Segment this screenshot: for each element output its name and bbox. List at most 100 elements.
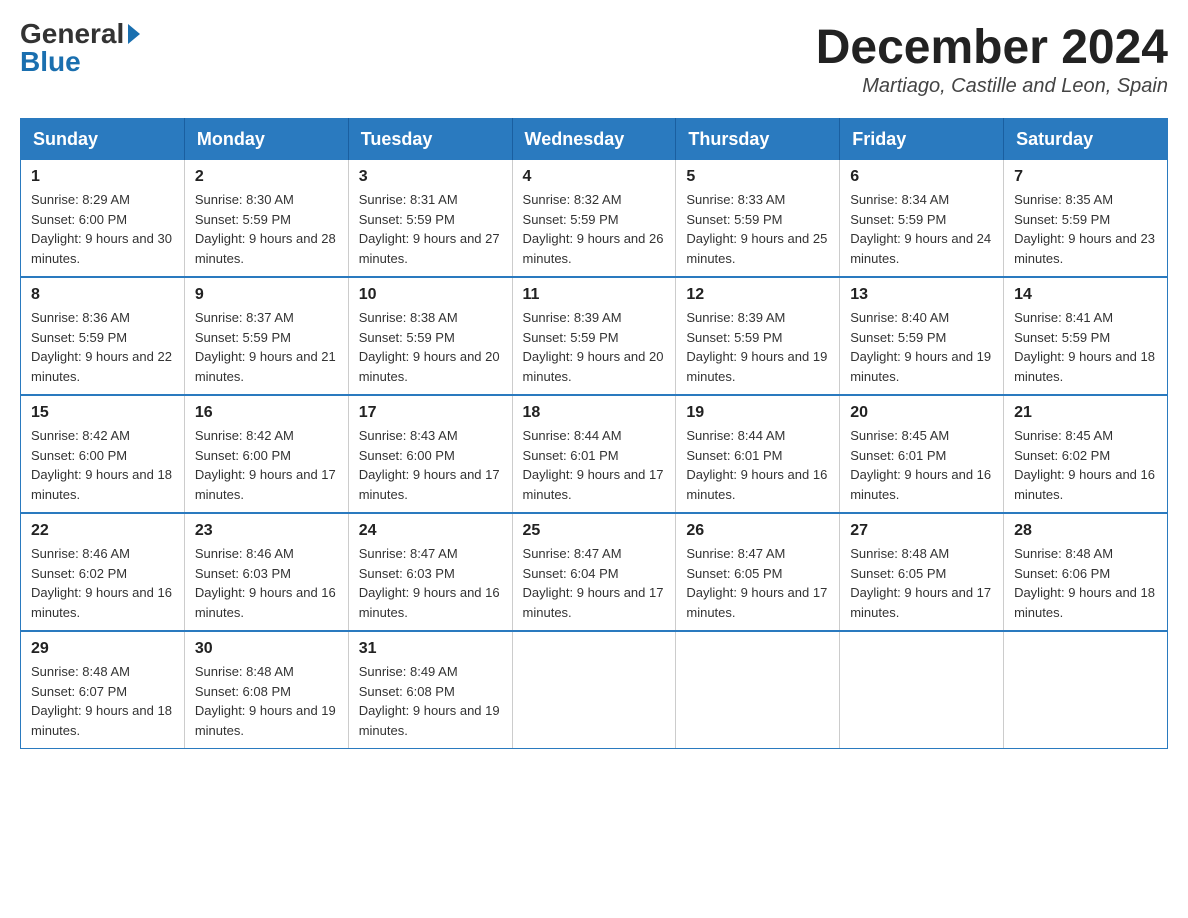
day-info: Sunrise: 8:38 AMSunset: 5:59 PMDaylight:…: [359, 308, 502, 386]
day-number: 2: [195, 168, 338, 186]
day-number: 30: [195, 640, 338, 658]
day-info: Sunrise: 8:36 AMSunset: 5:59 PMDaylight:…: [31, 308, 174, 386]
day-number: 13: [850, 286, 993, 304]
calendar-cell: [512, 631, 676, 749]
day-info: Sunrise: 8:35 AMSunset: 5:59 PMDaylight:…: [1014, 190, 1157, 268]
logo-blue-text: Blue: [20, 48, 81, 76]
day-number: 31: [359, 640, 502, 658]
day-number: 19: [686, 404, 829, 422]
day-number: 29: [31, 640, 174, 658]
day-number: 8: [31, 286, 174, 304]
day-info: Sunrise: 8:48 AMSunset: 6:08 PMDaylight:…: [195, 662, 338, 740]
day-number: 6: [850, 168, 993, 186]
calendar-cell: 23 Sunrise: 8:46 AMSunset: 6:03 PMDayligh…: [184, 513, 348, 631]
calendar-cell: 8 Sunrise: 8:36 AMSunset: 5:59 PMDaylight…: [21, 277, 185, 395]
calendar-header-row: SundayMondayTuesdayWednesdayThursdayFrid…: [21, 119, 1168, 161]
calendar-cell: 19Sunrise: 8:44 AMSunset: 6:01 PMDayligh…: [676, 395, 840, 513]
calendar-cell: 31 Sunrise: 8:49 AMSunset: 6:08 PMDayligh…: [348, 631, 512, 749]
day-info: Sunrise: 8:41 AMSunset: 5:59 PMDaylight:…: [1014, 308, 1157, 386]
day-info: Sunrise: 8:48 AMSunset: 6:07 PMDaylight:…: [31, 662, 174, 740]
calendar-cell: 16Sunrise: 8:42 AMSunset: 6:00 PMDayligh…: [184, 395, 348, 513]
day-info: Sunrise: 8:49 AMSunset: 6:08 PMDaylight:…: [359, 662, 502, 740]
day-number: 25: [523, 522, 666, 540]
day-info: Sunrise: 8:47 AMSunset: 6:04 PMDaylight:…: [523, 544, 666, 622]
day-number: 9: [195, 286, 338, 304]
calendar-cell: 26Sunrise: 8:47 AMSunset: 6:05 PMDayligh…: [676, 513, 840, 631]
day-info: Sunrise: 8:47 AMSunset: 6:05 PMDaylight:…: [686, 544, 829, 622]
calendar-cell: 28Sunrise: 8:48 AMSunset: 6:06 PMDayligh…: [1004, 513, 1168, 631]
day-number: 20: [850, 404, 993, 422]
calendar-cell: 15Sunrise: 8:42 AMSunset: 6:00 PMDayligh…: [21, 395, 185, 513]
logo-general-text: General: [20, 20, 124, 48]
calendar-header-wednesday: Wednesday: [512, 119, 676, 161]
calendar-header-friday: Friday: [840, 119, 1004, 161]
calendar-cell: [1004, 631, 1168, 749]
calendar-cell: 30 Sunrise: 8:48 AMSunset: 6:08 PMDayligh…: [184, 631, 348, 749]
day-info: Sunrise: 8:47 AMSunset: 6:03 PMDaylight:…: [359, 544, 502, 622]
logo: General Blue: [20, 20, 140, 76]
calendar-cell: 21 Sunrise: 8:45 AMSunset: 6:02 PMDayligh…: [1004, 395, 1168, 513]
calendar-header-thursday: Thursday: [676, 119, 840, 161]
day-info: Sunrise: 8:33 AMSunset: 5:59 PMDaylight:…: [686, 190, 829, 268]
calendar-cell: 3Sunrise: 8:31 AMSunset: 5:59 PMDaylight…: [348, 160, 512, 277]
calendar-cell: 11 Sunrise: 8:39 AMSunset: 5:59 PMDayligh…: [512, 277, 676, 395]
day-number: 10: [359, 286, 502, 304]
calendar-cell: [840, 631, 1004, 749]
calendar-cell: 18 Sunrise: 8:44 AMSunset: 6:01 PMDayligh…: [512, 395, 676, 513]
day-number: 4: [523, 168, 666, 186]
day-number: 27: [850, 522, 993, 540]
day-info: Sunrise: 8:39 AMSunset: 5:59 PMDaylight:…: [686, 308, 829, 386]
calendar-cell: [676, 631, 840, 749]
calendar-cell: 20Sunrise: 8:45 AMSunset: 6:01 PMDayligh…: [840, 395, 1004, 513]
day-info: Sunrise: 8:44 AMSunset: 6:01 PMDaylight:…: [523, 426, 666, 504]
day-number: 18: [523, 404, 666, 422]
calendar-week-row: 22 Sunrise: 8:46 AMSunset: 6:02 PMDayligh…: [21, 513, 1168, 631]
day-info: Sunrise: 8:43 AMSunset: 6:00 PMDaylight:…: [359, 426, 502, 504]
calendar-cell: 29 Sunrise: 8:48 AMSunset: 6:07 PMDayligh…: [21, 631, 185, 749]
calendar-cell: 7 Sunrise: 8:35 AMSunset: 5:59 PMDaylight…: [1004, 160, 1168, 277]
month-year-title: December 2024: [816, 20, 1168, 75]
day-info: Sunrise: 8:48 AMSunset: 6:06 PMDaylight:…: [1014, 544, 1157, 622]
day-number: 24: [359, 522, 502, 540]
location-subtitle: Martiago, Castille and Leon, Spain: [816, 75, 1168, 98]
calendar-cell: 13 Sunrise: 8:40 AMSunset: 5:59 PMDayligh…: [840, 277, 1004, 395]
calendar-week-row: 1Sunrise: 8:29 AMSunset: 6:00 PMDaylight…: [21, 160, 1168, 277]
calendar-week-row: 8 Sunrise: 8:36 AMSunset: 5:59 PMDaylight…: [21, 277, 1168, 395]
day-number: 7: [1014, 168, 1157, 186]
day-info: Sunrise: 8:46 AMSunset: 6:03 PMDaylight:…: [195, 544, 338, 622]
calendar-cell: 6 Sunrise: 8:34 AMSunset: 5:59 PMDaylight…: [840, 160, 1004, 277]
calendar-cell: 12 Sunrise: 8:39 AMSunset: 5:59 PMDayligh…: [676, 277, 840, 395]
calendar-week-row: 29 Sunrise: 8:48 AMSunset: 6:07 PMDayligh…: [21, 631, 1168, 749]
page-header: General Blue December 2024 Martiago, Cas…: [20, 20, 1168, 98]
calendar-cell: 1Sunrise: 8:29 AMSunset: 6:00 PMDaylight…: [21, 160, 185, 277]
day-info: Sunrise: 8:46 AMSunset: 6:02 PMDaylight:…: [31, 544, 174, 622]
day-number: 1: [31, 168, 174, 186]
day-info: Sunrise: 8:48 AMSunset: 6:05 PMDaylight:…: [850, 544, 993, 622]
day-info: Sunrise: 8:37 AMSunset: 5:59 PMDaylight:…: [195, 308, 338, 386]
day-info: Sunrise: 8:32 AMSunset: 5:59 PMDaylight:…: [523, 190, 666, 268]
day-number: 23: [195, 522, 338, 540]
calendar-header-monday: Monday: [184, 119, 348, 161]
logo-arrow-icon: [128, 24, 140, 44]
day-info: Sunrise: 8:40 AMSunset: 5:59 PMDaylight:…: [850, 308, 993, 386]
day-number: 17: [359, 404, 502, 422]
calendar-cell: 4 Sunrise: 8:32 AMSunset: 5:59 PMDaylight…: [512, 160, 676, 277]
day-number: 21: [1014, 404, 1157, 422]
day-number: 22: [31, 522, 174, 540]
day-number: 11: [523, 286, 666, 304]
day-number: 5: [686, 168, 829, 186]
day-info: Sunrise: 8:39 AMSunset: 5:59 PMDaylight:…: [523, 308, 666, 386]
day-number: 12: [686, 286, 829, 304]
day-info: Sunrise: 8:45 AMSunset: 6:02 PMDaylight:…: [1014, 426, 1157, 504]
calendar-cell: 25 Sunrise: 8:47 AMSunset: 6:04 PMDayligh…: [512, 513, 676, 631]
calendar-table: SundayMondayTuesdayWednesdayThursdayFrid…: [20, 118, 1168, 749]
calendar-cell: 17 Sunrise: 8:43 AMSunset: 6:00 PMDayligh…: [348, 395, 512, 513]
title-section: December 2024 Martiago, Castille and Leo…: [816, 20, 1168, 98]
calendar-cell: 9 Sunrise: 8:37 AMSunset: 5:59 PMDaylight…: [184, 277, 348, 395]
day-number: 16: [195, 404, 338, 422]
day-info: Sunrise: 8:34 AMSunset: 5:59 PMDaylight:…: [850, 190, 993, 268]
day-number: 3: [359, 168, 502, 186]
calendar-header-sunday: Sunday: [21, 119, 185, 161]
calendar-header-saturday: Saturday: [1004, 119, 1168, 161]
day-number: 15: [31, 404, 174, 422]
